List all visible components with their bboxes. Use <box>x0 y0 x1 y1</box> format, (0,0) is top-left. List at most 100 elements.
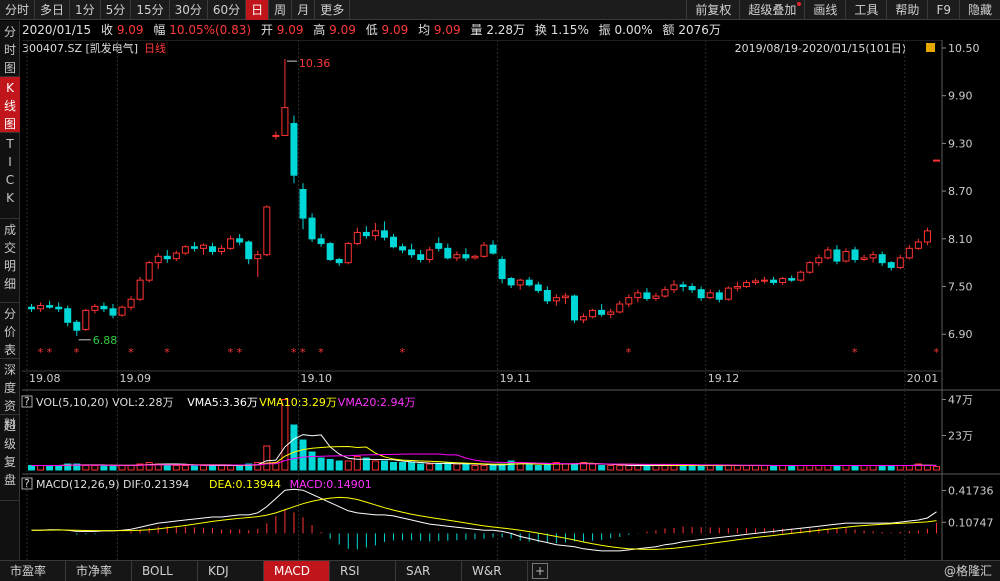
indicator-help-icon-label: ? <box>24 395 30 408</box>
volume-bar <box>299 439 307 471</box>
volume-bar <box>145 462 153 471</box>
vol-legend-item: VMA5:3.36万 <box>187 396 258 409</box>
indicator-tab[interactable]: 市盈率 <box>0 561 66 581</box>
macd-legend-item: DEA:0.13944 <box>209 478 281 491</box>
candle-body <box>724 287 732 300</box>
period-tab[interactable]: 周 <box>269 0 293 20</box>
toolbar-action-button[interactable]: 隐藏 <box>958 0 1000 20</box>
left-view-tab[interactable]: 超级复盘 <box>0 415 20 501</box>
volume-bar <box>462 463 470 471</box>
period-tab[interactable]: 更多 <box>315 0 351 20</box>
volume-bar <box>625 465 633 471</box>
xtick-label: 19.08 <box>29 372 61 385</box>
period-tab[interactable]: 月 <box>292 0 316 20</box>
indicator-tab[interactable]: SAR <box>396 561 462 581</box>
volume-bar <box>815 465 823 471</box>
volume-bar <box>46 465 54 471</box>
close-label: 收 <box>101 23 114 37</box>
volume-bar <box>634 465 642 471</box>
vol-value: 2.28万 <box>486 23 526 37</box>
candle-body <box>498 258 506 280</box>
candle-body <box>887 262 895 268</box>
toolbar-action-button[interactable]: 帮助 <box>886 0 927 20</box>
period-tab[interactable]: 30分 <box>170 0 208 20</box>
volume-bar <box>851 465 859 471</box>
avg-label: 均 <box>418 23 431 37</box>
candle-body <box>272 134 280 137</box>
xtick-label: 19.12 <box>708 372 740 385</box>
volume-bar <box>308 451 316 471</box>
candle-body <box>643 292 651 299</box>
volume-bar <box>371 460 379 471</box>
volume-bar <box>317 457 325 471</box>
volume-bar <box>797 465 805 471</box>
volume-bar <box>335 460 343 471</box>
volume-bar <box>561 463 569 471</box>
amount-value: 2076万 <box>678 23 721 37</box>
volume-bar <box>28 465 36 471</box>
event-star-marker: * <box>300 346 306 359</box>
volume-bar <box>670 465 678 471</box>
indicator-tab[interactable]: KDJ <box>198 561 264 581</box>
event-star-marker: * <box>852 346 858 359</box>
volume-bar <box>724 465 732 471</box>
lock-icon <box>926 43 935 52</box>
add-indicator-button[interactable]: + <box>532 563 548 579</box>
volume-bar <box>733 465 741 471</box>
candle-body <box>625 297 633 305</box>
ytick-label: 10.50 <box>948 42 980 55</box>
date-range-label: 2019/08/19-2020/01/15(101日) <box>735 42 906 55</box>
toolbar-action-button[interactable]: 画线 <box>804 0 845 20</box>
period-tab[interactable]: 60分 <box>208 0 247 20</box>
period-tab[interactable]: 5分 <box>101 0 132 20</box>
period-tab[interactable]: 分时 <box>0 0 36 20</box>
toolbar-action-button[interactable]: F9 <box>927 0 959 20</box>
volume-bar <box>607 465 615 471</box>
indicator-tab[interactable]: 市净率 <box>66 561 132 581</box>
toolbar-action-button[interactable]: 工具 <box>845 0 886 20</box>
left-view-tab[interactable]: 分时图 <box>0 21 20 77</box>
amp-label: 振 <box>598 23 611 37</box>
period-tab[interactable]: 15分 <box>131 0 170 20</box>
volume-bar <box>209 465 217 471</box>
left-view-tab[interactable]: K线图 <box>0 77 20 133</box>
candle-body <box>172 252 180 260</box>
toolbar-action-button[interactable]: 超级叠加 <box>739 0 804 20</box>
indicator-tab[interactable]: RSI <box>330 561 396 581</box>
left-view-tab[interactable]: 深度资料 <box>0 359 20 431</box>
volume-bar <box>833 465 841 471</box>
period-tab[interactable]: 1分 <box>70 0 101 20</box>
volume-bar <box>362 457 370 471</box>
indicator-tab[interactable]: BOLL <box>132 561 198 581</box>
toolbar-action-button[interactable]: 前复权 <box>686 0 739 20</box>
event-star-marker: * <box>291 346 297 359</box>
period-tab[interactable]: 日 <box>246 0 270 20</box>
watermark: @格隆汇 <box>943 564 992 578</box>
left-view-tab[interactable]: 成交明细 <box>0 219 20 303</box>
left-view-tab[interactable]: 分价表 <box>0 303 20 359</box>
volume-bar <box>417 463 425 471</box>
indicator-tab[interactable]: MACD <box>264 561 330 581</box>
candle-body <box>64 308 72 323</box>
ytick-label: 8.10 <box>948 233 973 246</box>
candle-body <box>552 297 560 302</box>
period-tab[interactable]: 多日 <box>35 0 71 20</box>
volume-bar <box>190 465 198 471</box>
indicator-tab[interactable]: W&R <box>462 561 528 581</box>
event-star-marker: * <box>164 346 170 359</box>
volume-bar <box>218 465 226 471</box>
volume-bar <box>91 465 99 471</box>
candle-body <box>199 244 207 249</box>
open-value: 9.09 <box>276 23 304 37</box>
left-view-tab[interactable]: TICK <box>0 133 20 219</box>
high-label: 高 <box>313 23 326 37</box>
kline-chart[interactable]: 300407.SZ [凯发电气] 日线 2019/08/19-2020/01/15(… <box>20 40 1000 560</box>
candle-body <box>851 249 859 260</box>
candle-body <box>670 284 678 291</box>
candle-body <box>299 189 307 219</box>
ytick-label: 9.30 <box>948 137 973 150</box>
candle-body <box>109 308 117 316</box>
candle-body <box>570 295 578 321</box>
ytick-label: 6.90 <box>948 328 973 341</box>
volume-bar <box>643 465 651 471</box>
